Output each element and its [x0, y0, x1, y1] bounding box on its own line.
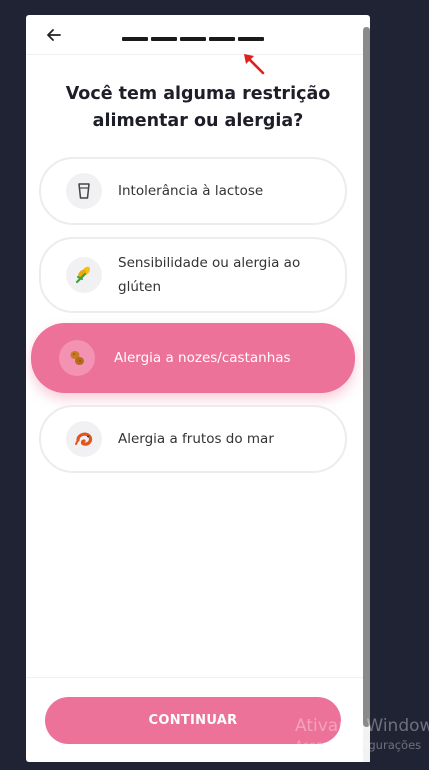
shrimp-icon — [75, 432, 93, 446]
option-label: Alergia a frutos do mar — [118, 431, 274, 447]
icon-badge — [66, 421, 102, 457]
watermark-subtitle: Acesse Configurações — [295, 738, 422, 752]
back-button[interactable] — [44, 25, 64, 45]
page-title: Você tem alguma restrição alimentar ou a… — [65, 84, 331, 131]
option-label: Alergia a nozes/castanhas — [114, 350, 291, 366]
watermark-title: Ativar o Windows — [295, 716, 429, 736]
annotation-arrow-icon — [244, 54, 265, 75]
option-label: Intolerância à lactose — [118, 183, 264, 199]
windows-activation-watermark: Ativar o Windows Acesse Configurações — [295, 718, 429, 752]
footer-divider — [26, 677, 370, 678]
option-gluten-sensitivity[interactable]: Sensibilidade ou alergia ao glúten — [39, 237, 347, 313]
app-screen: Você tem alguma restrição alimentar ou a… — [26, 15, 370, 762]
option-nut-allergy[interactable]: Alergia a nozes/castanhas — [31, 323, 355, 393]
scrollbar-thumb[interactable] — [363, 27, 370, 727]
progress-segment — [238, 37, 264, 41]
scrollbar[interactable] — [363, 27, 370, 762]
icon-badge — [59, 340, 95, 376]
progress-segment — [180, 37, 206, 41]
option-seafood-allergy[interactable]: Alergia a frutos do mar — [39, 405, 347, 473]
option-lactose-intolerance[interactable]: Intolerância à lactose — [39, 157, 347, 225]
progress-segment — [209, 37, 235, 41]
progress-segment — [122, 37, 148, 41]
arrow-left-icon — [47, 29, 61, 41]
top-bar — [26, 15, 370, 55]
icon-badge — [66, 257, 102, 293]
option-label: Sensibilidade ou alergia ao glúten — [118, 255, 301, 295]
wheat-icon — [75, 266, 91, 284]
progress-indicator — [122, 37, 264, 41]
peanut-icon — [70, 351, 84, 365]
icon-badge — [66, 173, 102, 209]
progress-segment — [151, 37, 177, 41]
milk-glass-icon — [78, 183, 90, 199]
